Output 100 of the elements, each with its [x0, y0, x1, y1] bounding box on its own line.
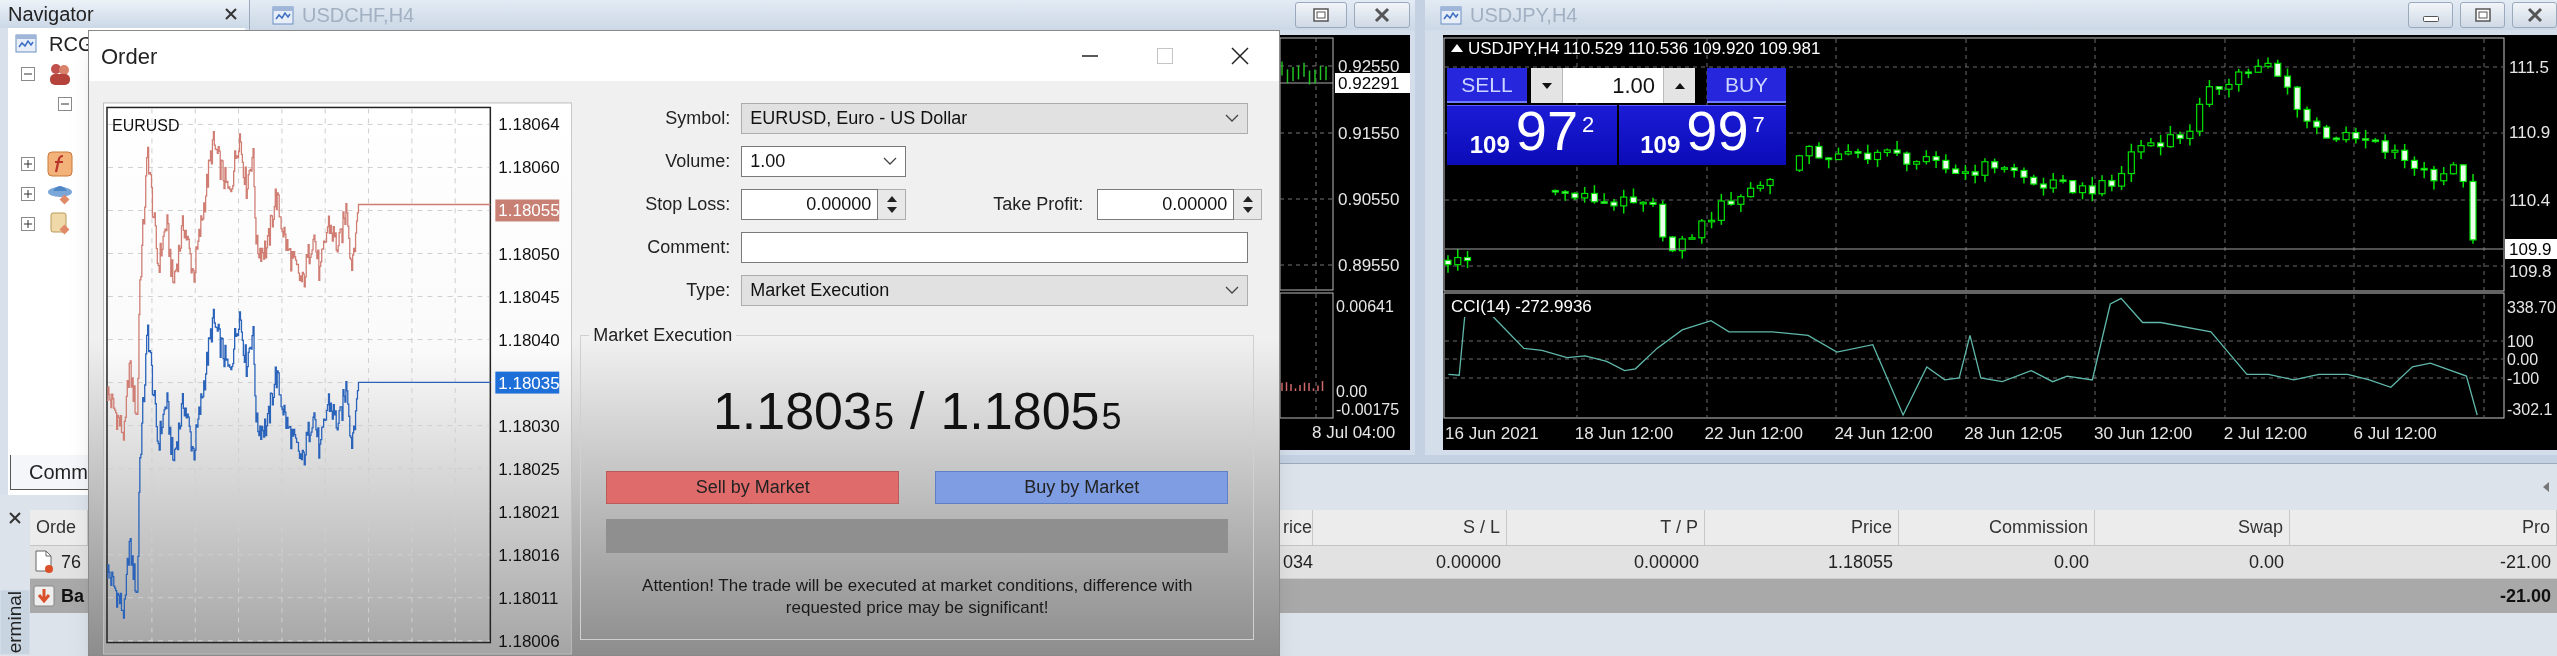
buy-button[interactable]: Buy by Market [935, 471, 1229, 504]
column-header[interactable]: T / P [1507, 510, 1705, 545]
decrease-button[interactable] [1531, 68, 1563, 103]
dialog-title: Order [101, 42, 158, 71]
price-label: 0.91550 [1338, 124, 1400, 143]
candle [1463, 250, 1472, 269]
close-icon[interactable] [223, 6, 239, 22]
expand-icon[interactable] [21, 187, 35, 201]
close-icon [1230, 47, 1249, 65]
maximize-button[interactable] [1295, 2, 1347, 28]
table-cell-text: 0.00000 [1633, 550, 1699, 574]
column-header[interactable]: Price [1705, 510, 1899, 545]
triangle-up-icon[interactable] [1451, 44, 1463, 52]
scroll-left-icon[interactable] [2541, 481, 2551, 493]
people-icon[interactable] [47, 61, 73, 87]
triangle-down-icon [1540, 81, 1553, 90]
dropdown[interactable]: EURUSD, Euro - US Dollar [741, 103, 1249, 134]
price-label: 1.18030 [498, 416, 560, 436]
time-label: 22 Jun 12:00 [1704, 424, 1803, 443]
spin-buttons[interactable] [878, 189, 907, 220]
dropdown[interactable]: Market Execution [741, 275, 1249, 306]
spin-field[interactable]: 0.00000 [1097, 189, 1235, 220]
triangle-up-icon [1673, 81, 1686, 90]
price-label: 0.90550 [1338, 190, 1400, 209]
expand-icon[interactable] [21, 217, 35, 231]
column-header[interactable]: Swap [2095, 510, 2290, 545]
price-separator: / [909, 385, 925, 437]
table-cell-text: 034 [1282, 550, 1313, 574]
candle [2391, 143, 2399, 160]
price-fraction: 7 [1752, 114, 1765, 136]
indicator-scale-label: 0.00 [1336, 383, 1368, 400]
field-label: Symbol: [664, 107, 731, 130]
table-cell-text: -21.00 [2499, 584, 2551, 608]
navigator-tab[interactable]: Comm [10, 455, 88, 490]
close-icon [1372, 7, 1392, 23]
function-icon[interactable] [47, 151, 73, 177]
candle [1893, 140, 1901, 157]
candle [1854, 148, 1862, 160]
expand-icon[interactable] [21, 157, 35, 171]
triangle-down-icon [886, 207, 897, 213]
price-label: 0.92550 [1338, 57, 1400, 76]
column-header[interactable]: Pro [2290, 510, 2557, 545]
candle [2303, 105, 2311, 130]
column-header[interactable]: Orde [30, 510, 88, 545]
price-label: 1.18006 [498, 631, 560, 651]
buy-button[interactable]: BUY [1707, 68, 1786, 103]
close-button[interactable] [1354, 2, 1410, 28]
collapse-icon[interactable] [21, 67, 35, 81]
sell-button[interactable]: SELL [1447, 68, 1527, 103]
monitor-icon[interactable] [15, 32, 39, 56]
spin-field[interactable]: 0.00000 [741, 189, 879, 220]
table-cell-text: 0.00 [2248, 550, 2284, 574]
candle [1561, 189, 1569, 202]
minimize-button[interactable] [2408, 2, 2453, 28]
time-label: 6 Jul 12:00 [2353, 424, 2437, 443]
candlestick-drawing [1281, 60, 1327, 86]
candle [1932, 150, 1940, 169]
column-header[interactable]: Commission [1899, 510, 2095, 545]
candle [2176, 130, 2184, 145]
candle [1971, 164, 1979, 184]
price-pips: 97 [1515, 103, 1579, 159]
collapse-icon[interactable] [58, 97, 72, 111]
time-label: 30 Jun 12:00 [2094, 424, 2193, 443]
maximize-button[interactable] [2460, 2, 2505, 28]
close-button[interactable] [2512, 2, 2557, 28]
minimize-icon [1081, 55, 1098, 57]
triangle-up-icon [1242, 196, 1253, 202]
price-label: 110.4 [2509, 191, 2551, 210]
minimize-icon [2422, 16, 2439, 22]
table-cell-text: Ba [61, 584, 84, 608]
candle [1942, 153, 1950, 174]
terminal-tab[interactable]: erminal [0, 589, 30, 654]
triangle-up-icon [886, 196, 897, 202]
sell-button[interactable]: Sell by Market [606, 471, 900, 504]
price-pips: 99 [1686, 103, 1749, 159]
candle [1551, 188, 1559, 196]
column-header[interactable]: S / L [1313, 510, 1507, 545]
chart-window-icon [1440, 4, 1462, 26]
price-label: 1.18064 [498, 115, 560, 135]
candle [2137, 139, 2145, 160]
increase-button[interactable] [1663, 68, 1695, 103]
column-header[interactable]: rice [1280, 510, 1313, 545]
volume-field[interactable]: 1.00 [1563, 68, 1663, 103]
chart-symbol: EURUSD [112, 117, 180, 135]
chevron-down-icon [1225, 286, 1240, 295]
candle [2430, 165, 2438, 191]
price-label: 1.18060 [498, 158, 560, 178]
time-label: 28 Jun 12:05 [1964, 424, 2063, 443]
histogram-drawing [1281, 380, 1324, 392]
field-label: Volume: [664, 150, 731, 173]
candle [1834, 146, 1843, 161]
price-marker: 0.92291 [1335, 73, 1410, 93]
close-icon[interactable] [7, 510, 23, 526]
spin-buttons[interactable] [1234, 189, 1263, 220]
combo-box[interactable]: 1.00 [741, 146, 907, 177]
table-cell-text: 76 [61, 550, 82, 574]
bid-price: 1.18035 [712, 385, 894, 437]
text-field[interactable] [741, 232, 1249, 263]
candle [2020, 166, 2028, 185]
time-label: 16 Jun 2021 [1445, 424, 1539, 443]
